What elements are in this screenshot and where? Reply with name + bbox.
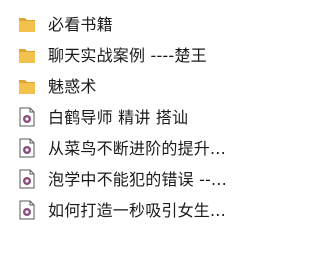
folder-icon [18, 14, 36, 34]
list-item-label: 如何打造一秒吸引女生... [48, 201, 226, 220]
list-item-label: 魅惑术 [48, 77, 97, 96]
media-file-icon [18, 169, 36, 189]
list-item-folder[interactable]: 魅惑术 [0, 71, 273, 102]
list-item-file[interactable]: 白鹤导师 精讲 搭讪 [0, 102, 273, 133]
list-item-label: 必看书籍 [48, 15, 113, 34]
list-item-folder[interactable]: 必看书籍 [0, 9, 273, 40]
list-item-label: 泡学中不能犯的错误 --... [48, 170, 227, 189]
media-file-icon [18, 138, 36, 158]
list-item-label: 聊天实战案例 ----楚王 [48, 46, 207, 65]
media-file-icon [18, 200, 36, 220]
list-item-label: 白鹤导师 精讲 搭讪 [48, 108, 189, 127]
list-item-file[interactable]: 泡学中不能犯的错误 --... [0, 164, 273, 195]
list-item-folder[interactable]: 聊天实战案例 ----楚王 [0, 40, 273, 71]
folder-icon [18, 45, 36, 65]
file-list: 必看书籍 聊天实战案例 ----楚王 魅惑术 白鹤导师 精讲 搭讪 从菜鸟不断进… [0, 9, 273, 226]
list-item-label: 从菜鸟不断进阶的提升... [48, 139, 226, 158]
list-item-file[interactable]: 如何打造一秒吸引女生... [0, 195, 273, 226]
media-file-icon [18, 107, 36, 127]
list-item-file[interactable]: 从菜鸟不断进阶的提升... [0, 133, 273, 164]
folder-icon [18, 76, 36, 96]
